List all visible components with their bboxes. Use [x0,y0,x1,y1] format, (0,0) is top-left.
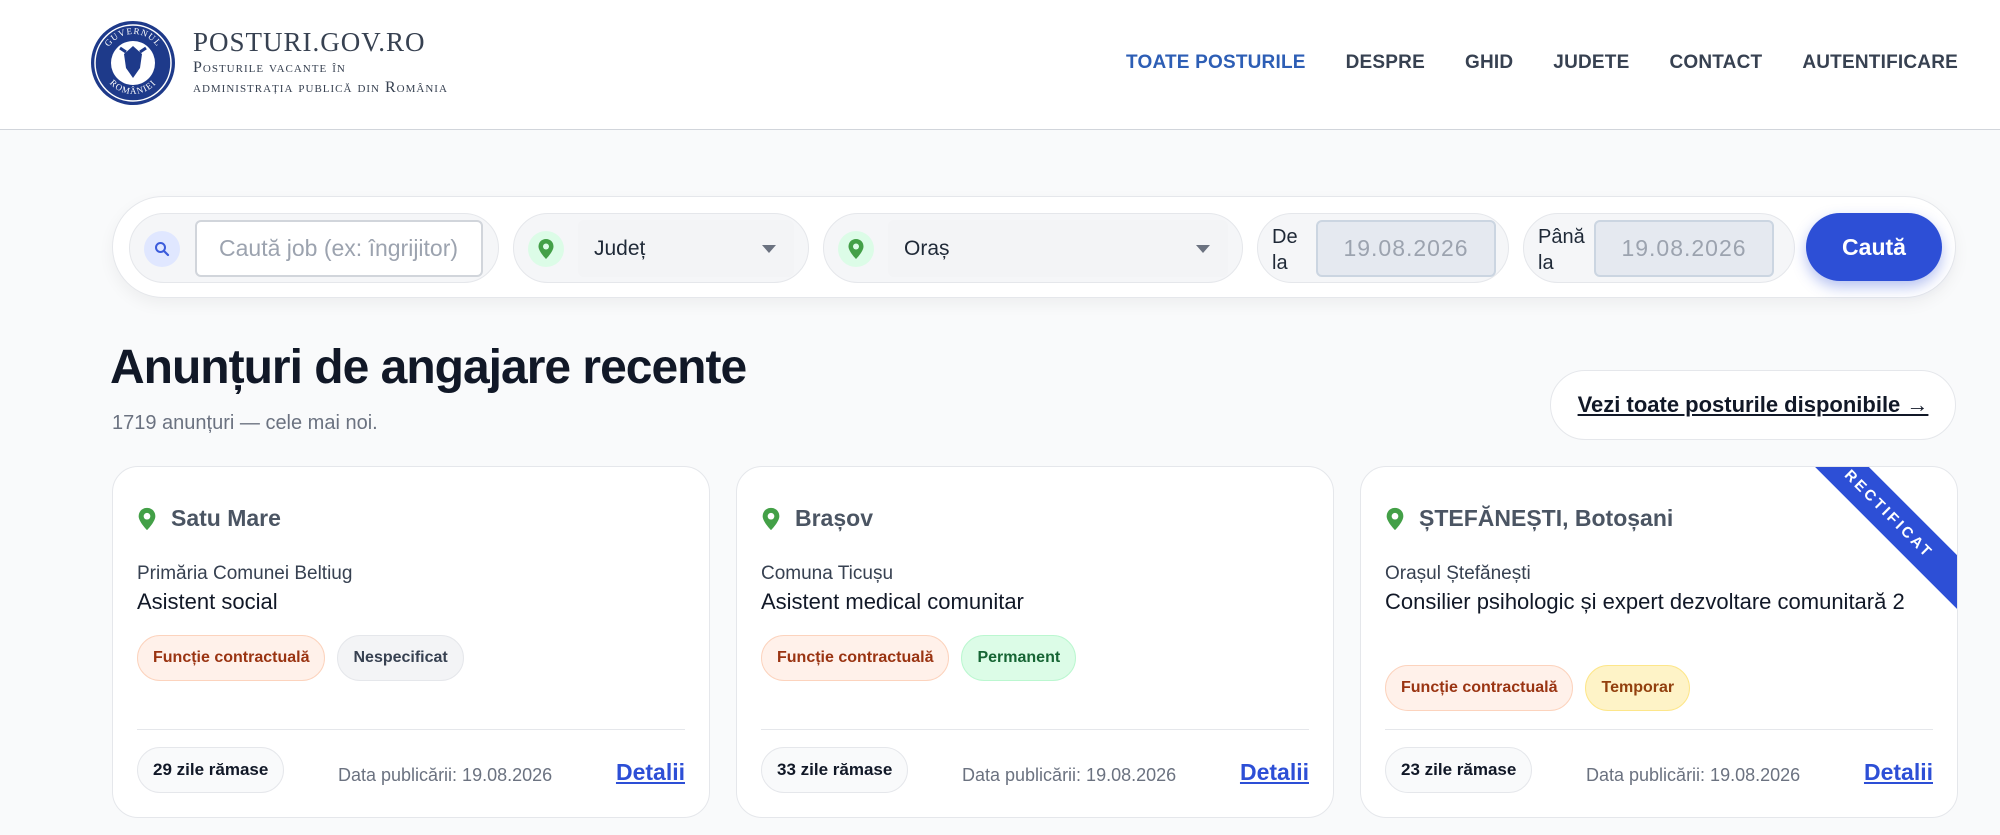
site-header: GUVERNUL ROMÂNIEI POSTURI.GOV.RO Posturi… [0,0,2000,130]
job-employer: Orașul Ștefănești [1385,563,1531,584]
details-link[interactable]: Detalii [616,759,685,786]
brand-title: POSTURI.GOV.RO [193,27,426,57]
location-pin-icon [838,231,874,267]
main-nav: TOATE POSTURILE DESPRE GHID JUDETE CONTA… [1126,52,1958,74]
details-link[interactable]: Detalii [1864,759,1933,786]
city-group: Oraș [823,213,1243,283]
search-button[interactable]: Caută [1806,213,1942,281]
publish-date: Data publicării: 19.08.2026 [338,765,553,785]
date-from-input[interactable]: 19.08.2026 [1316,220,1496,277]
tag-contract-type: Funcție contractuală [137,635,326,681]
government-seal-logo[interactable]: GUVERNUL ROMÂNIEI [90,20,176,106]
card-divider [761,729,1309,730]
job-card: RECTIFICAT ȘTEFĂNEȘTI, Botoșani Orașul Ș… [1360,466,1958,818]
nav-despre[interactable]: DESPRE [1346,52,1425,74]
job-tags: Funcție contractuală Temporar [1385,665,1691,711]
tag-contract-type: Funcție contractuală [1385,665,1574,711]
job-tags: Funcție contractuală Nespecificat [137,635,464,681]
card-divider [1385,729,1933,730]
search-bar: Județ Oraș De la 19.08.2026 Până la 19.0… [112,196,1956,298]
card-divider [137,729,685,730]
tag-contract-type: Funcție contractuală [761,635,950,681]
job-employer: Primăria Comunei Beltiug [137,563,353,584]
city-select-value: Oraș [904,236,950,260]
job-employer: Comuna Ticușu [761,563,894,584]
listing-count: 1719 anunțuri — cele mai noi. [112,412,378,434]
page-title: Anunțuri de angajare recente [110,341,747,394]
job-tags: Funcție contractuală Permanent [761,635,1077,681]
job-location-text: Brașov [795,505,873,531]
nav-toate-posturile[interactable]: TOATE POSTURILE [1126,52,1306,74]
search-icon [144,231,180,267]
brand-subtitle-line1: Posturile vacante în [193,59,346,76]
job-location-text: Satu Mare [171,505,281,531]
tag-duration: Permanent [961,635,1077,681]
job-card: Satu Mare Primăria Comunei Beltiug Asist… [112,466,710,818]
days-left-badge: 29 zile rămase [137,747,285,793]
chevron-down-icon [1196,245,1210,253]
job-location-text: ȘTEFĂNEȘTI, Botoșani [1419,505,1674,531]
job-search-group [129,213,499,283]
brand-subtitle-line2: administrația publică din România [193,79,448,96]
location-pin-icon [762,507,780,530]
nav-ghid[interactable]: GHID [1465,52,1513,74]
job-title: Asistent social [137,589,278,614]
job-title: Asistent medical comunitar [761,589,1024,614]
job-location: ȘTEFĂNEȘTI, Botoșani [1385,505,1673,532]
date-to-input[interactable]: 19.08.2026 [1594,220,1774,277]
date-to-group: Până la 19.08.2026 [1523,213,1795,283]
county-select[interactable]: Județ [578,220,794,277]
job-location: Brașov [761,505,873,532]
days-left-badge: 23 zile rămase [1385,747,1533,793]
location-pin-icon [528,231,564,267]
location-pin-icon [138,507,156,530]
date-from-label: De la [1272,226,1298,274]
job-search-input[interactable] [195,220,483,277]
nav-autentificare[interactable]: AUTENTIFICARE [1802,52,1958,74]
publish-date: Data publicării: 19.08.2026 [1586,765,1801,785]
tag-duration: Nespecificat [337,635,464,681]
publish-date: Data publicării: 19.08.2026 [962,765,1177,785]
date-to-label: Până la [1538,226,1585,274]
brand[interactable]: POSTURI.GOV.RO Posturile vacante în admi… [193,26,448,98]
county-select-value: Județ [594,236,646,260]
nav-contact[interactable]: CONTACT [1669,52,1762,74]
days-left-badge: 33 zile rămase [761,747,909,793]
location-pin-icon [1386,507,1404,530]
county-group: Județ [513,213,809,283]
tag-duration: Temporar [1585,665,1691,711]
job-card: Brașov Comuna Ticușu Asistent medical co… [736,466,1334,818]
job-location: Satu Mare [137,505,281,532]
nav-judete[interactable]: JUDETE [1553,52,1629,74]
see-all-jobs-link[interactable]: Vezi toate posturile disponibile → [1550,370,1956,440]
job-title: Consilier psihologic și expert dezvoltar… [1385,589,1905,614]
city-select[interactable]: Oraș [888,220,1228,277]
chevron-down-icon [762,245,776,253]
date-from-group: De la 19.08.2026 [1257,213,1509,283]
details-link[interactable]: Detalii [1240,759,1309,786]
